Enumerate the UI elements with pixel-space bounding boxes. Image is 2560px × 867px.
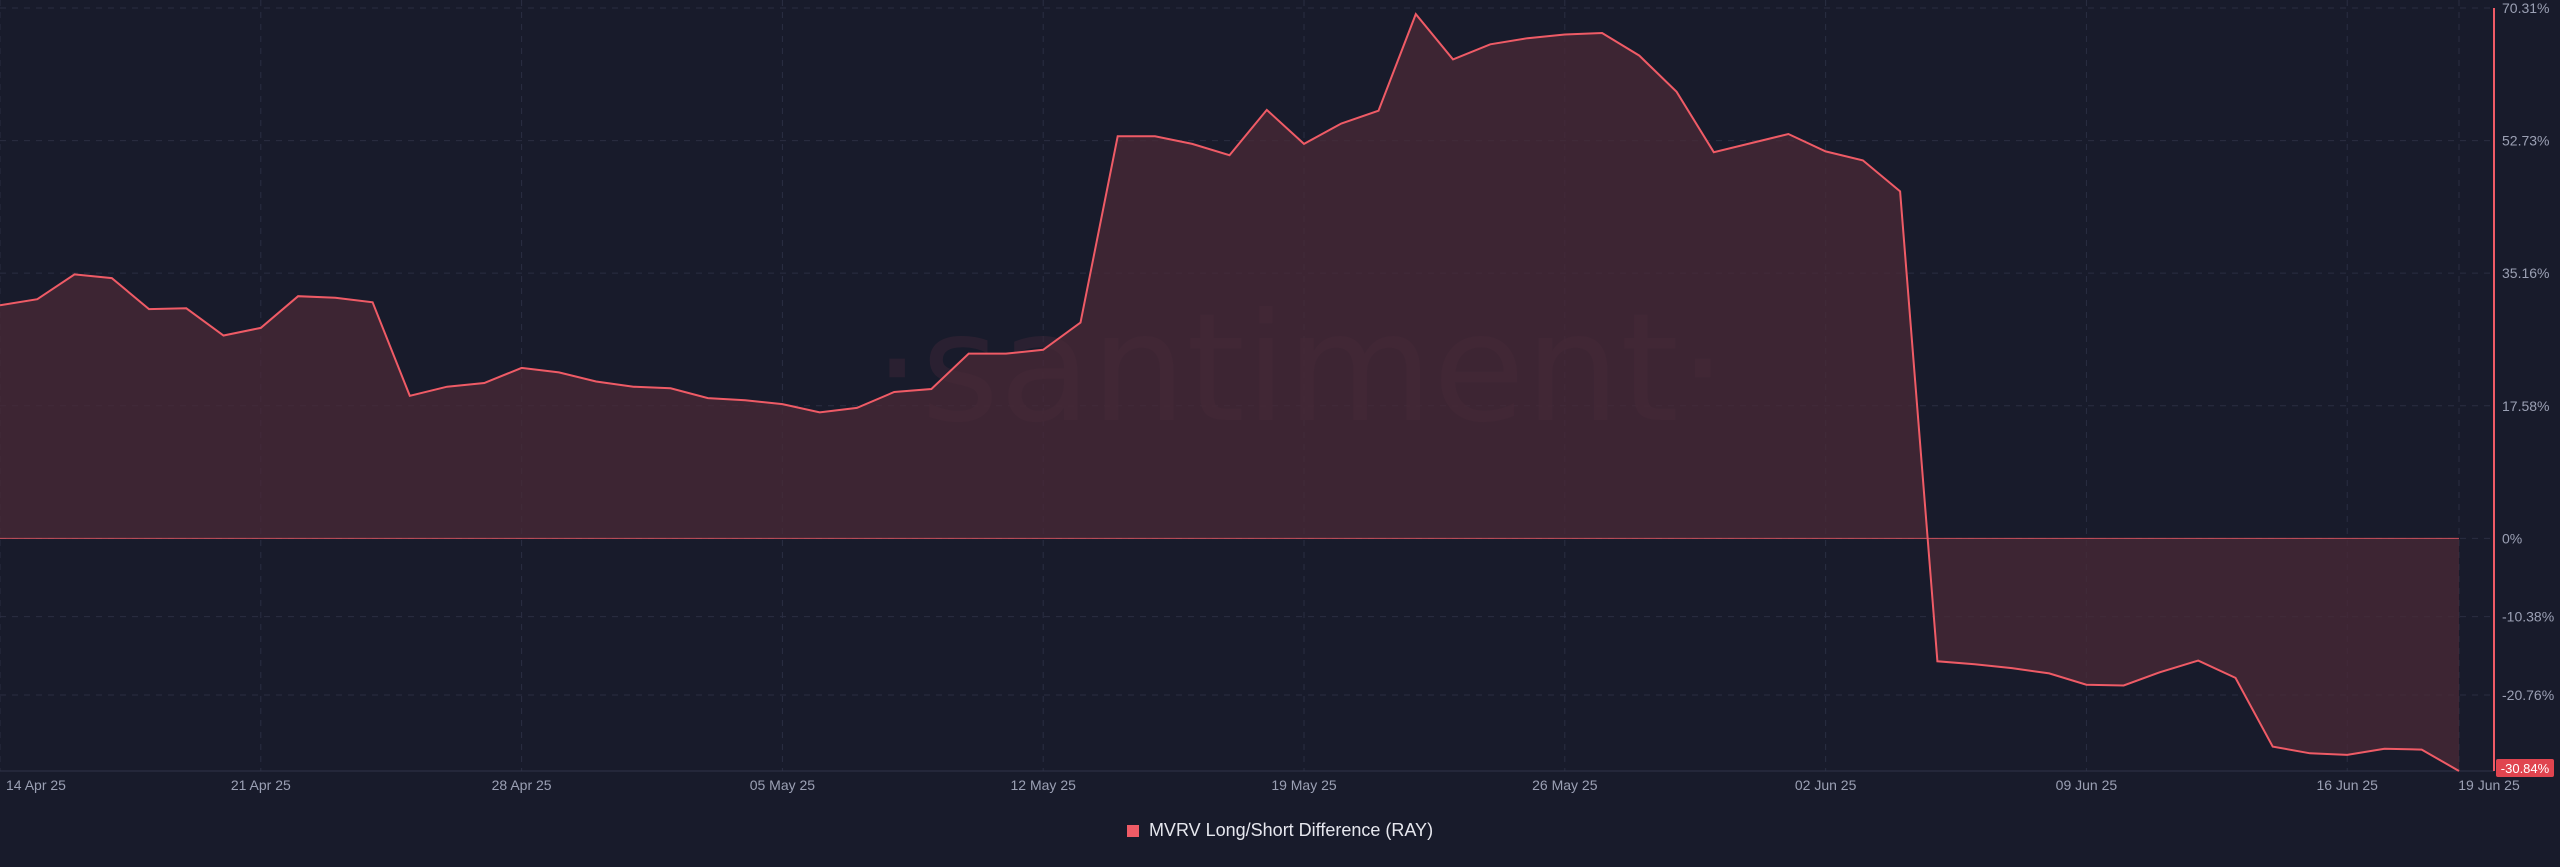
last-value-badge: -30.84% xyxy=(2496,759,2554,777)
mvrv-chart: ·santiment· 70.31%52.73%35.16%17.58%0%-1… xyxy=(0,0,2554,793)
y-tick-label: 17.58% xyxy=(2502,398,2549,414)
series-area-fill xyxy=(0,14,2459,772)
x-tick-label: 19 Jun 25 xyxy=(2458,777,2520,793)
x-tick-label: 26 May 25 xyxy=(1532,777,1598,793)
x-tick-label: 09 Jun 25 xyxy=(2056,777,2118,793)
x-tick-label: 02 Jun 25 xyxy=(1795,777,1857,793)
x-tick-label: 19 May 25 xyxy=(1271,777,1337,793)
x-tick-label: 12 May 25 xyxy=(1011,777,1077,793)
y-tick-label: 70.31% xyxy=(2502,0,2549,16)
y-tick-label: 52.73% xyxy=(2502,133,2549,149)
x-tick-label: 14 Apr 25 xyxy=(6,777,66,793)
y-axis-ticks: 70.31% 52.73% 35.16% 17.58% 0% -10.38% -20.76% xyxy=(2502,0,2554,703)
y-tick-label: -20.76% xyxy=(2502,687,2554,703)
y-tick-label: -10.38% xyxy=(2502,609,2554,625)
x-tick-label: 21 Apr 25 xyxy=(231,777,291,793)
y-tick-label: 35.16% xyxy=(2502,265,2549,281)
legend-swatch xyxy=(1126,824,1139,837)
x-tick-label: 28 Apr 25 xyxy=(492,777,552,793)
x-axis-ticks: 14 Apr 25 21 Apr 25 28 Apr 25 05 May 25 12 M… xyxy=(6,777,2520,793)
chart-legend[interactable]: MVRV Long/Short Difference (RAY) xyxy=(0,820,2560,841)
last-value-badge-text: -30.84% xyxy=(2501,761,2550,776)
y-tick-label: 0% xyxy=(2502,530,2522,546)
x-tick-label: 05 May 25 xyxy=(750,777,816,793)
x-tick-label: 16 Jun 25 xyxy=(2316,777,2378,793)
legend-label: MVRV Long/Short Difference (RAY) xyxy=(1148,820,1434,840)
